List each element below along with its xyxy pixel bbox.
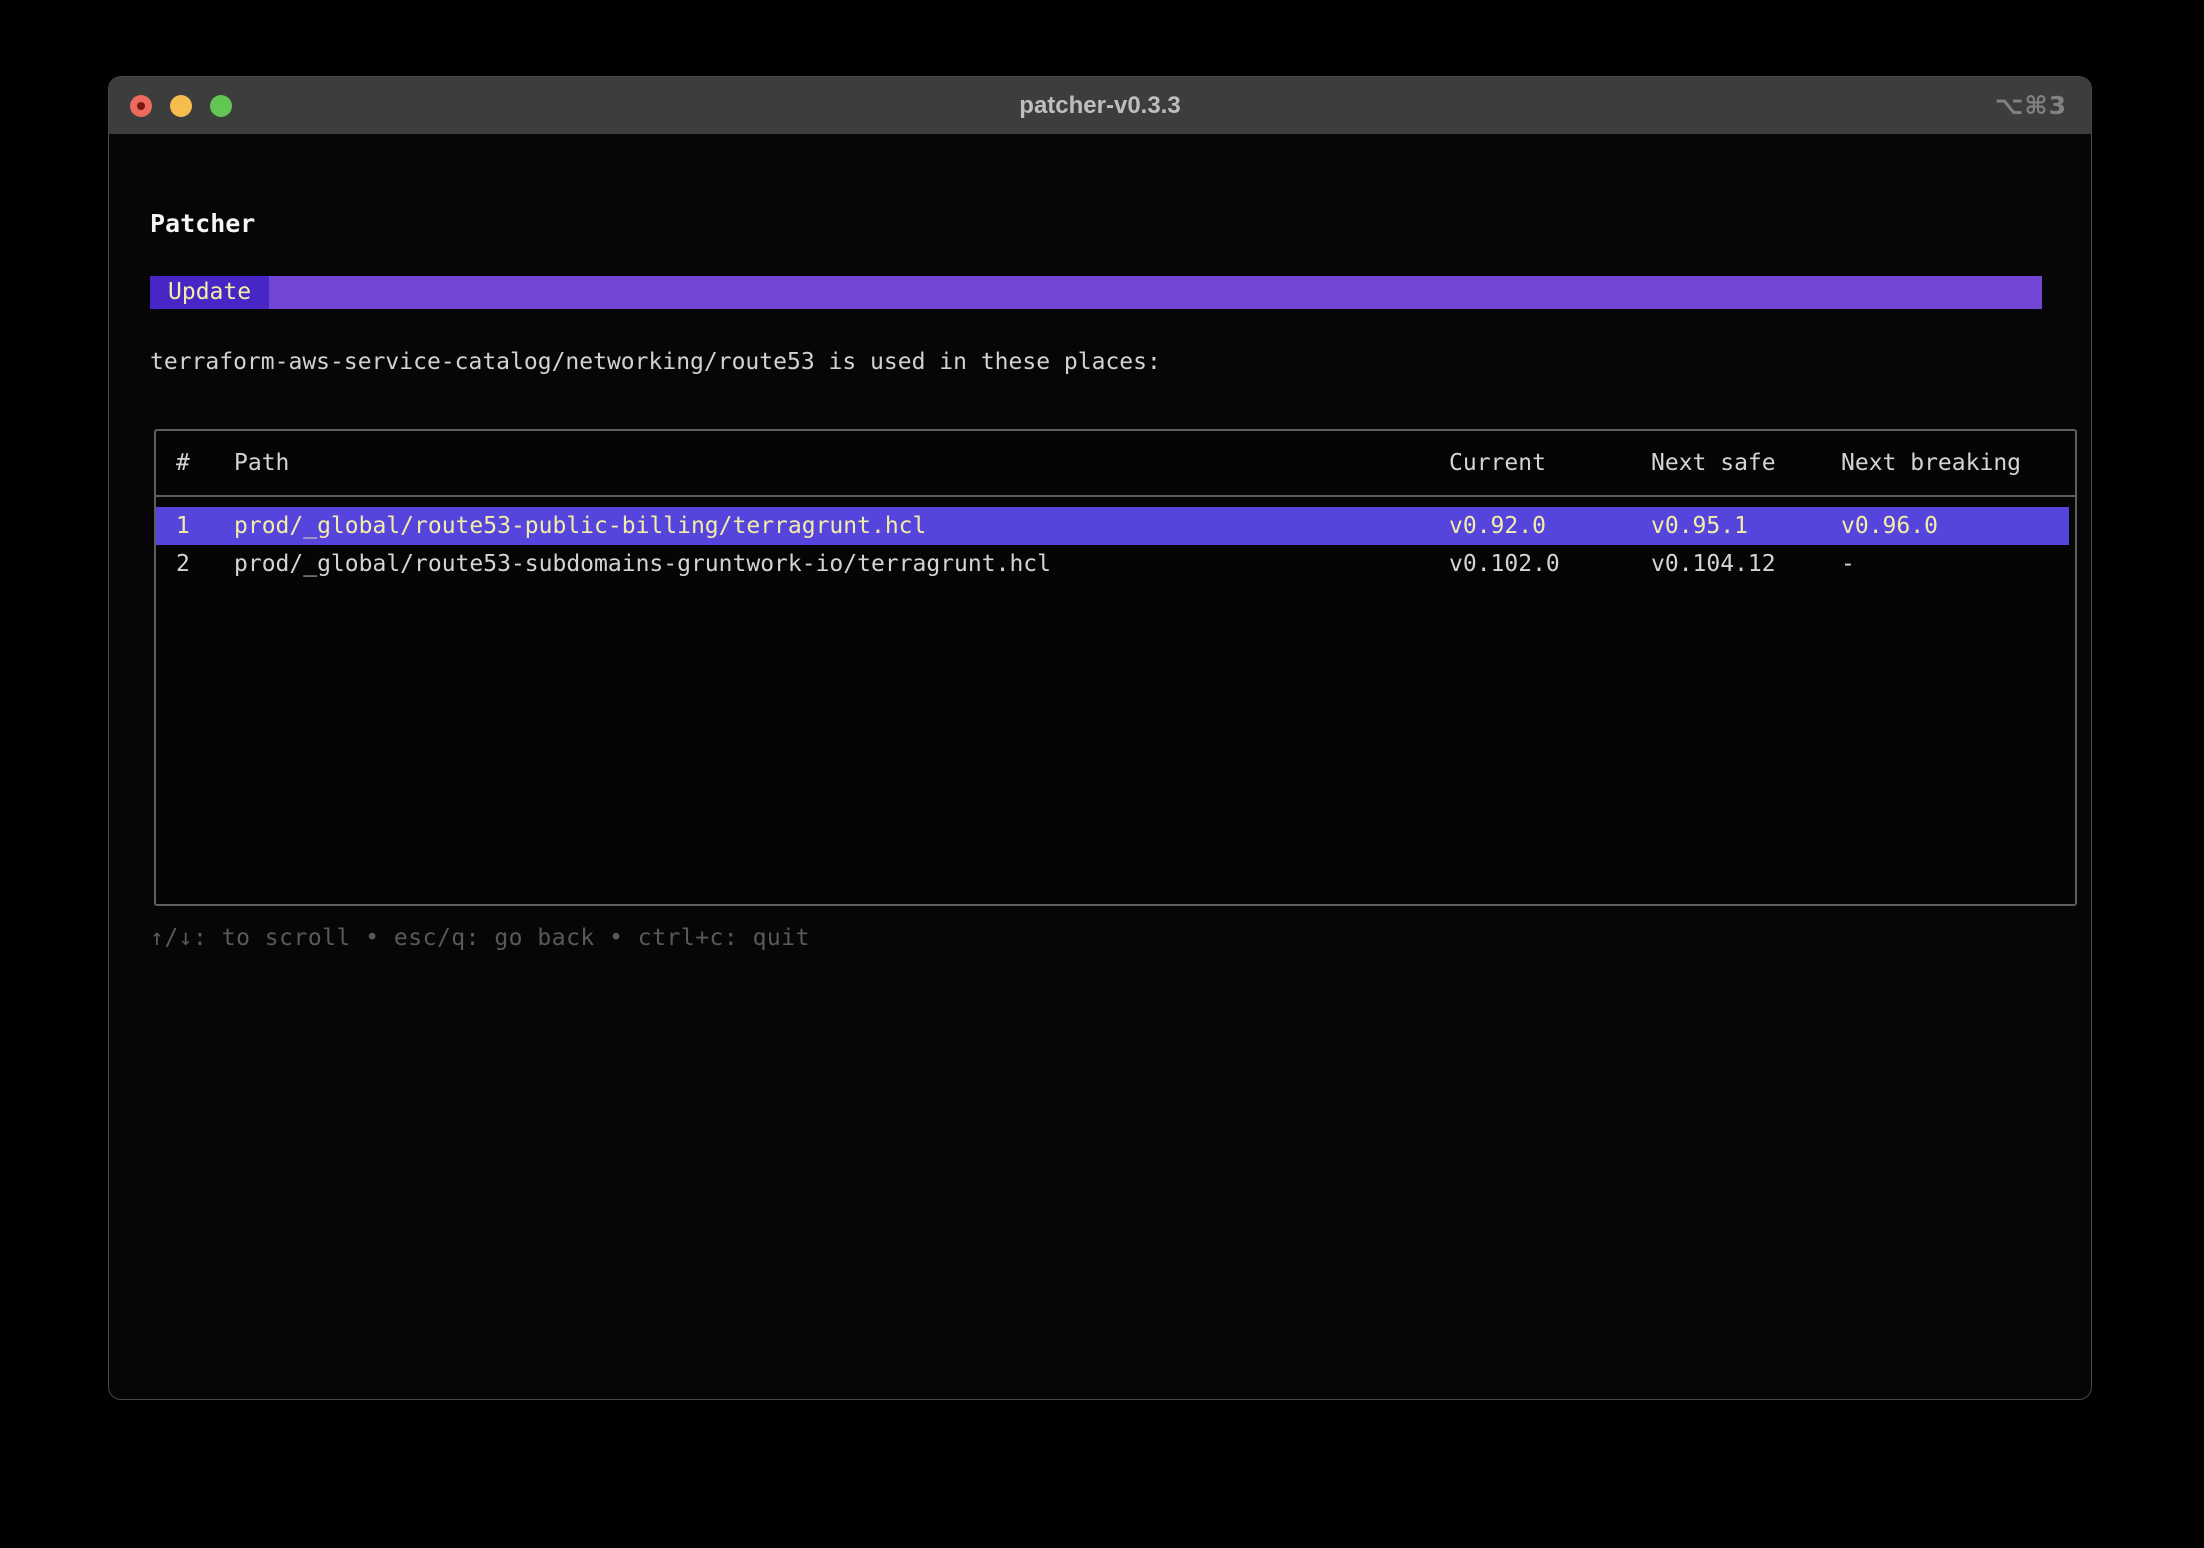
row-next-breaking-version: v0.96.0 <box>1841 513 2069 539</box>
row-next-breaking-version: - <box>1841 551 2075 577</box>
tab-bar: Update <box>150 276 2042 309</box>
column-header-next-breaking: Next breaking <box>1841 450 2075 476</box>
row-current-version: v0.102.0 <box>1449 551 1651 577</box>
row-num: 1 <box>156 513 234 539</box>
app-heading: Patcher <box>150 209 255 239</box>
table-header-row: # Path Current Next safe Next breaking <box>156 431 2075 497</box>
row-path: prod/_global/route53-subdomains-gruntwor… <box>234 551 1449 577</box>
row-next-safe-version: v0.104.12 <box>1651 551 1841 577</box>
window-shortcut-badge: ⌥⌘3 <box>1995 77 2067 134</box>
keyboard-help-bar: ↑/↓: to scroll • esc/q: go back • ctrl+c… <box>150 923 810 953</box>
table-body: 1 prod/_global/route53-public-billing/te… <box>156 497 2075 583</box>
row-current-version: v0.92.0 <box>1449 513 1651 539</box>
row-num: 2 <box>156 551 234 577</box>
usage-description: terraform-aws-service-catalog/networking… <box>150 347 1161 377</box>
close-button[interactable] <box>130 95 152 117</box>
window-controls <box>109 95 232 117</box>
column-header-path: Path <box>234 450 1449 476</box>
table-row[interactable]: 2 prod/_global/route53-subdomains-gruntw… <box>156 545 2075 583</box>
window-title: patcher-v0.3.3 <box>109 92 2091 120</box>
fullscreen-button[interactable] <box>210 95 232 117</box>
table-row-selected[interactable]: 1 prod/_global/route53-public-billing/te… <box>156 507 2069 545</box>
row-next-safe-version: v0.95.1 <box>1651 513 1841 539</box>
terminal-window: patcher-v0.3.3 ⌥⌘3 Patcher Update terraf… <box>108 76 2092 1400</box>
row-path: prod/_global/route53-public-billing/terr… <box>234 513 1449 539</box>
tab-update[interactable]: Update <box>150 276 269 309</box>
column-header-num: # <box>156 450 234 476</box>
minimize-button[interactable] <box>170 95 192 117</box>
unsaved-changes-dot <box>137 102 145 110</box>
titlebar[interactable]: patcher-v0.3.3 ⌥⌘3 <box>109 77 2091 134</box>
column-header-next-safe: Next safe <box>1651 450 1841 476</box>
column-header-current: Current <box>1449 450 1651 476</box>
usage-table: # Path Current Next safe Next breaking 1… <box>154 429 2077 906</box>
